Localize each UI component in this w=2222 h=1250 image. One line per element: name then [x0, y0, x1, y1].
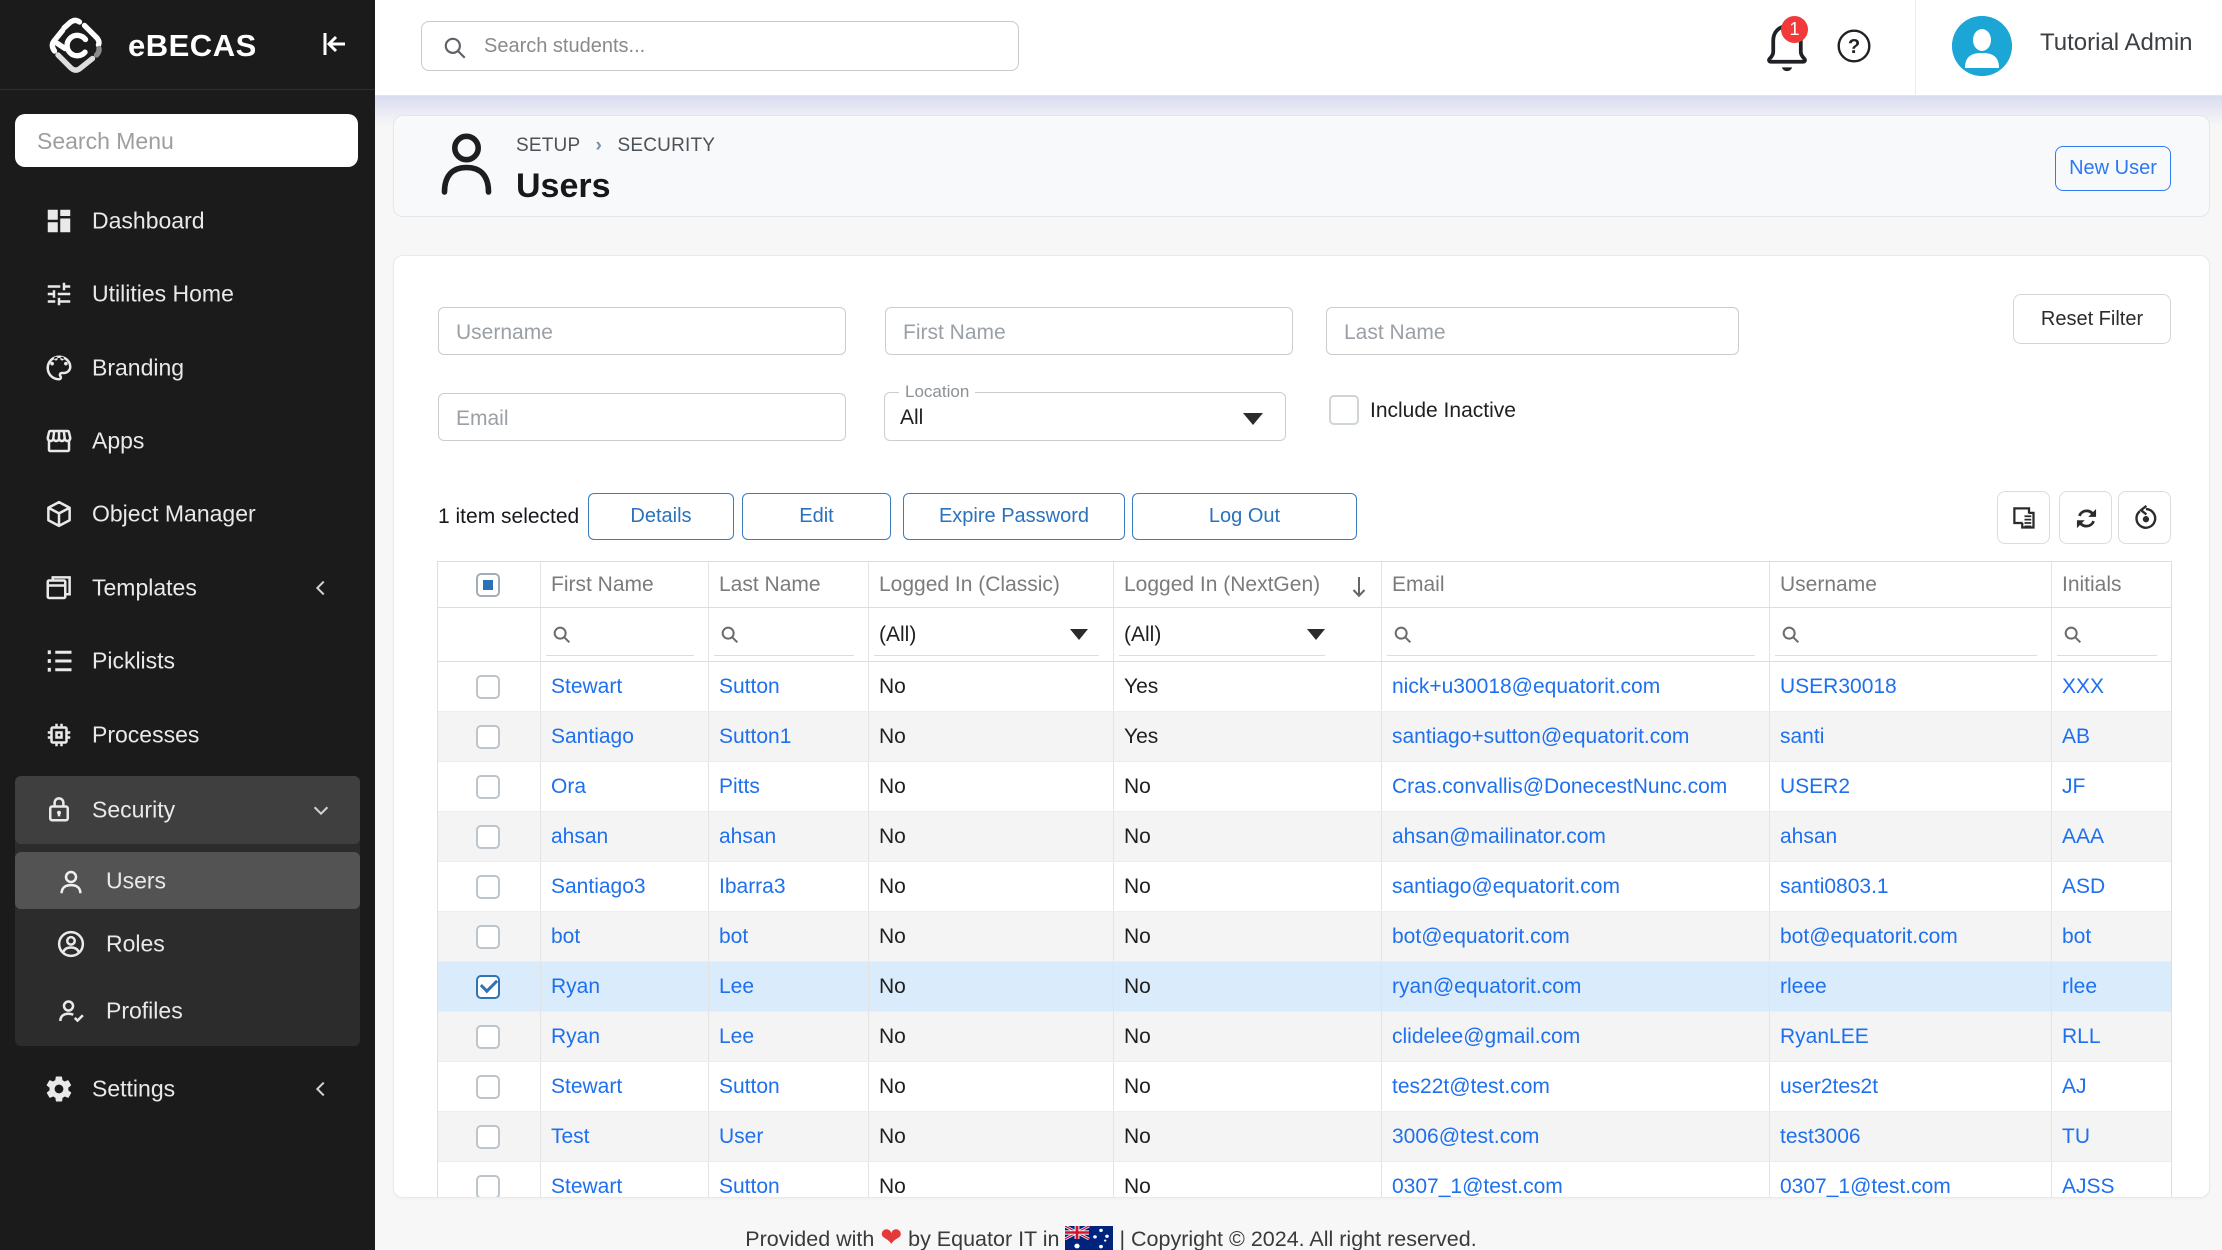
svg-text:?: ? [1848, 36, 1860, 58]
